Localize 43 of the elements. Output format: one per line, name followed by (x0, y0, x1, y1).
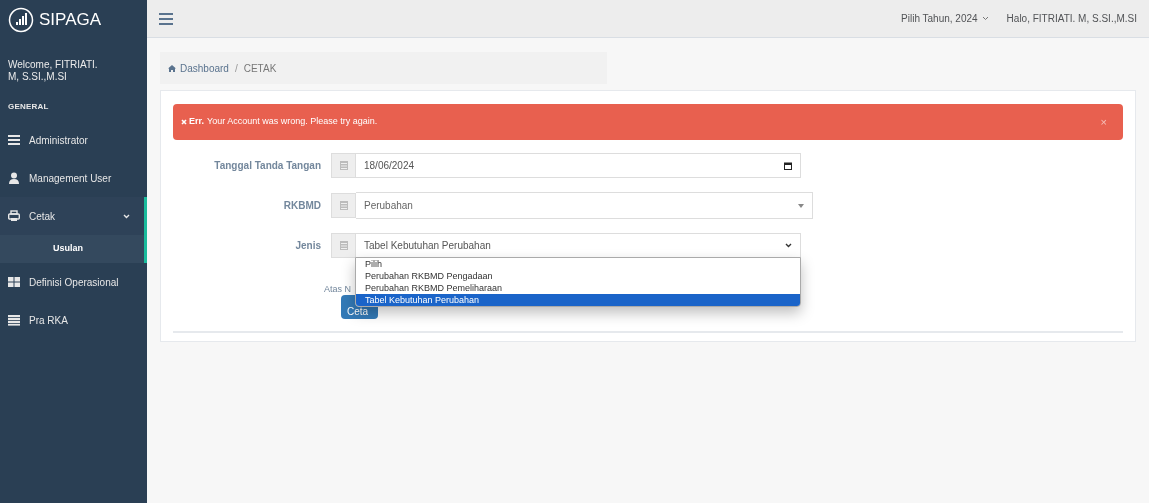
grid-icon (8, 276, 20, 288)
list-icon (8, 134, 20, 146)
home-icon (168, 64, 176, 72)
calendar-icon (339, 161, 348, 170)
printer-icon (8, 210, 20, 222)
close-icon (181, 119, 187, 125)
section-heading: GENERAL (7, 101, 50, 113)
calendar-icon (339, 201, 348, 210)
field-label: Jenis (294, 239, 322, 253)
dropdown-option[interactable]: Perubahan RKBMD Pengadaan (356, 270, 800, 282)
field-label: Atas N (324, 283, 351, 296)
sidebar-item[interactable]: Management User (0, 159, 147, 197)
alert-message: Your Account was wrong. Please try again. (207, 115, 378, 129)
year-dropdown[interactable]: Pilih Tahun, 2024 (901, 11, 989, 26)
welcome-text: Welcome, FITRIATI. M, S.SI.,M.SI (7, 59, 99, 83)
sidebar-item[interactable]: Pra RKA (0, 301, 147, 339)
app-name: SIPAGA (39, 9, 102, 32)
user-icon (8, 172, 20, 184)
alert-prefix: Err. (189, 115, 204, 129)
dropdown-option[interactable]: Pilih (356, 258, 800, 270)
chevron-icon (123, 213, 130, 219)
user-greeting[interactable]: Halo, FITRIATI. M, S.SI.,M.SI (1006, 11, 1137, 26)
dropdown-option[interactable]: Tabel Kebutuhan Perubahan (356, 294, 800, 306)
calendar-icon (784, 161, 792, 170)
sidebar-item[interactable]: Definisi Operasional (0, 263, 147, 301)
sidebar-subitem[interactable]: Usulan (0, 235, 147, 263)
field-label: Tanggal Tanda Tangan (213, 159, 322, 173)
chevron-icon (785, 243, 792, 248)
field-label: RKBMD (282, 199, 322, 213)
date-field[interactable]: 18/06/2024 (356, 153, 801, 178)
breadcrumb-link[interactable]: Dashboard (180, 60, 229, 76)
breadcrumb-current: CETAK (243, 61, 277, 76)
caret-icon (798, 203, 804, 208)
breadcrumb-separator: / (234, 61, 238, 76)
sidebar-item[interactable]: Cetak (0, 197, 147, 235)
chevron-icon (981, 16, 989, 21)
menu-icon[interactable] (159, 12, 173, 25)
sidebar-item[interactable]: Administrator (0, 121, 147, 159)
dropdown[interactable]: Perubahan (356, 192, 813, 219)
calendar-icon (339, 241, 348, 250)
logo-icon (8, 7, 34, 33)
dropdown-option[interactable]: Perubahan RKBMD Pemeliharaan (356, 282, 800, 294)
table-icon (8, 314, 20, 326)
